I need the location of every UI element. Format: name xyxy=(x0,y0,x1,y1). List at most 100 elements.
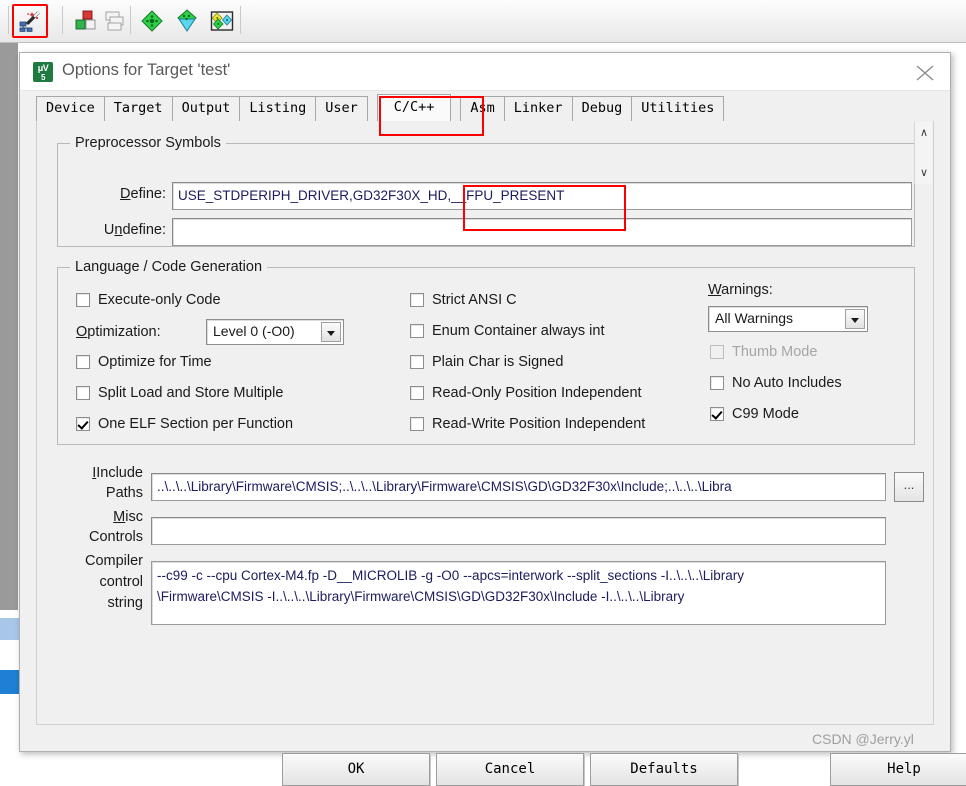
tab-user[interactable]: User xyxy=(315,96,368,121)
tab-list: Device Target Output Listing User C/C++ … xyxy=(36,95,723,121)
checkbox-label: One ELF Section per Function xyxy=(98,416,293,432)
compiler-string-label-line1: Compiler xyxy=(55,553,143,569)
include-paths-label-line2: Paths xyxy=(61,485,143,501)
checkbox-plain-char-is-signed[interactable]: Plain Char is Signed xyxy=(410,354,563,370)
tab-target[interactable]: Target xyxy=(104,96,173,121)
checkbox-box[interactable] xyxy=(76,355,90,369)
misc-controls-input[interactable] xyxy=(151,517,886,545)
misc-controls-label: Misc xyxy=(61,509,143,525)
checkbox-label: Strict ANSI C xyxy=(432,292,517,308)
tab-device[interactable]: Device xyxy=(36,96,105,121)
browse-include-paths-button[interactable]: ... xyxy=(894,472,924,502)
checkbox-box[interactable] xyxy=(410,293,424,307)
checkbox-optimize-for-time[interactable]: Optimize for Time xyxy=(76,354,212,370)
preprocessor-symbols-group: Preprocessor Symbols Define: USE_STDPERI… xyxy=(57,143,915,247)
checkbox-label: Enum Container always int xyxy=(432,323,604,339)
compiler-string-label-line3: string xyxy=(55,595,143,611)
app-icon-line2: 5 xyxy=(33,73,53,82)
application-background: μV 5 Options for Target 'test' Device Ta… xyxy=(0,0,966,757)
tab-utilities[interactable]: Utilities xyxy=(631,96,724,121)
preprocessor-group-title: Preprocessor Symbols xyxy=(70,135,226,151)
checkbox-one-elf-section-per-function[interactable]: One ELF Section per Function xyxy=(76,416,293,432)
checkbox-execute-only-code[interactable]: Execute-only Code xyxy=(76,292,221,308)
checkbox-thumb-mode: Thumb Mode xyxy=(710,344,817,360)
checkbox-label: Optimize for Time xyxy=(98,354,212,370)
undefine-label: Undefine: xyxy=(90,222,166,238)
manage-components-icon[interactable] xyxy=(206,6,238,36)
checkbox-label: Split Load and Store Multiple xyxy=(98,385,283,401)
checkbox-strict-ansi-c[interactable]: Strict ANSI C xyxy=(410,292,517,308)
undefine-input[interactable] xyxy=(172,218,912,246)
ok-button[interactable]: OK xyxy=(282,753,430,786)
checkbox-c99-mode[interactable]: C99 Mode xyxy=(710,406,799,422)
include-paths-input[interactable]: ..\..\..\Library\Firmware\CMSIS;..\..\..… xyxy=(151,473,886,501)
c-cpp-tab-panel: Preprocessor Symbols Define: USE_STDPERI… xyxy=(36,121,934,725)
include-paths-label: IInclude xyxy=(61,465,143,481)
tab-output[interactable]: Output xyxy=(172,96,241,121)
checkbox-no-auto-includes[interactable]: No Auto Includes xyxy=(710,375,842,391)
checkbox-split-load-store-multiple[interactable]: Split Load and Store Multiple xyxy=(76,385,283,401)
checkbox-box[interactable] xyxy=(76,386,90,400)
compiler-string-scrollbar[interactable]: ∧ ∨ xyxy=(914,122,932,184)
warnings-select[interactable]: All Warnings xyxy=(708,306,868,332)
checkbox-box[interactable] xyxy=(76,293,90,307)
checkbox-box[interactable] xyxy=(410,417,424,431)
chevron-down-icon[interactable] xyxy=(321,322,341,342)
scroll-up-icon[interactable]: ∧ xyxy=(915,124,933,142)
optimization-value: Level 0 (-O0) xyxy=(213,323,295,339)
define-input[interactable]: USE_STDPERIPH_DRIVER,GD32F30X_HD,__FPU_P… xyxy=(172,182,912,210)
language-group-title: Language / Code Generation xyxy=(70,259,267,275)
tab-c-cpp[interactable]: C/C++ xyxy=(377,94,452,121)
checkbox-box[interactable] xyxy=(410,386,424,400)
app-icon-line1: μV xyxy=(33,64,53,73)
translate-file-icon[interactable] xyxy=(136,6,168,36)
checkbox-label: Read-Only Position Independent xyxy=(432,385,642,401)
checkbox-enum-container-always-int[interactable]: Enum Container always int xyxy=(410,323,604,339)
toolbar-separator xyxy=(240,6,241,34)
toolbar-separator xyxy=(8,6,9,34)
warnings-value: All Warnings xyxy=(715,310,793,326)
close-icon[interactable] xyxy=(900,53,950,91)
checkbox-label: Read-Write Position Independent xyxy=(432,416,645,432)
checkbox-box[interactable] xyxy=(76,417,90,431)
compiler-string-label-line2: control xyxy=(55,574,143,590)
checkbox-label: Execute-only Code xyxy=(98,292,221,308)
checkbox-read-only-position-independent[interactable]: Read-Only Position Independent xyxy=(410,385,642,401)
build-target-icon[interactable] xyxy=(70,6,102,36)
scroll-down-icon[interactable]: ∨ xyxy=(915,164,933,182)
optimization-select[interactable]: Level 0 (-O0) xyxy=(206,319,344,345)
tab-linker[interactable]: Linker xyxy=(504,96,573,121)
define-label-rest: efine: xyxy=(131,186,166,202)
checkbox-label: Plain Char is Signed xyxy=(432,354,563,370)
toolbar-highlight-box xyxy=(12,4,48,38)
language-code-generation-group: Language / Code Generation Execute-only … xyxy=(57,267,915,445)
misc-controls-label-line2: Controls xyxy=(61,529,143,545)
misc-label-rest: isc xyxy=(125,509,143,525)
checkbox-box[interactable] xyxy=(410,355,424,369)
checkbox-box[interactable] xyxy=(410,324,424,338)
toolbar-separator xyxy=(62,6,63,34)
checkbox-box[interactable] xyxy=(710,407,724,421)
tab-debug[interactable]: Debug xyxy=(572,96,633,121)
toolbar-separator xyxy=(130,6,131,34)
defaults-button[interactable]: Defaults xyxy=(590,753,738,786)
optimization-label: Optimization: xyxy=(76,324,161,340)
checkbox-label: C99 Mode xyxy=(732,406,799,422)
rebuild-icon[interactable] xyxy=(171,6,203,36)
checkbox-box[interactable] xyxy=(710,376,724,390)
help-button[interactable]: Help xyxy=(830,753,966,786)
checkbox-read-write-position-independent[interactable]: Read-Write Position Independent xyxy=(410,416,645,432)
tab-listing[interactable]: Listing xyxy=(239,96,316,121)
background-window-right-edge xyxy=(950,43,966,757)
tab-asm[interactable]: Asm xyxy=(460,96,504,121)
batch-build-icon[interactable] xyxy=(100,6,132,36)
cancel-button[interactable]: Cancel xyxy=(436,753,584,786)
chevron-down-icon[interactable] xyxy=(845,309,865,329)
optimization-label-rest: ptimization: xyxy=(87,324,160,340)
uvision-app-icon: μV 5 xyxy=(33,62,53,82)
undefine-label-rest: define: xyxy=(122,222,166,238)
warnings-label-rest: arnings: xyxy=(721,282,773,298)
compiler-control-string-input[interactable]: --c99 -c --cpu Cortex-M4.fp -D__MICROLIB… xyxy=(151,561,886,625)
warnings-label: Warnings: xyxy=(708,282,773,298)
options-for-target-dialog: μV 5 Options for Target 'test' Device Ta… xyxy=(19,52,951,752)
